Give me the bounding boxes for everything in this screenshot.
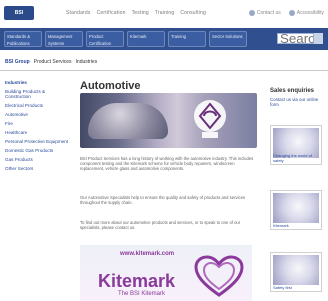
nav-item[interactable]: Product Certification [86, 31, 124, 47]
sales-enquiries-heading: Sales enquiries [270, 88, 315, 94]
body-paragraph: Our Automotive Specialists help to ensur… [80, 195, 258, 205]
paragraph-text: Our Automotive Specialists help to ensur… [80, 195, 246, 205]
nav-item[interactable]: Standards & Publications [4, 31, 42, 47]
car-image [88, 103, 168, 139]
promo-card[interactable]: Safety first [270, 252, 322, 292]
breadcrumb-link[interactable]: Product Services [34, 59, 72, 65]
card-image [273, 193, 319, 223]
promo-card[interactable]: Changing the world of safety [270, 125, 322, 165]
top-link[interactable]: Training [155, 10, 174, 16]
sidebar-item[interactable]: Electrical Products [5, 103, 69, 108]
sidebar-item[interactable]: Domestic Gas Products [5, 148, 69, 153]
promo-url: www.kitemark.com [120, 251, 175, 257]
paragraph-text: BSI Product Services has a long history … [80, 156, 254, 171]
breadcrumb-link[interactable]: Industries [76, 59, 98, 65]
card-caption: Safety first [273, 285, 292, 290]
promo-headline: Kitemark [98, 271, 176, 291]
page-title: Automotive [80, 80, 141, 92]
sidebar-item[interactable]: Healthcare [5, 130, 69, 135]
utility-link[interactable]: Accessibility [288, 10, 324, 16]
sidebar-item[interactable]: Personal Protective Equipment [5, 139, 69, 144]
utility-link[interactable]: Contact us [248, 10, 281, 16]
bsi-logo[interactable]: BSI [4, 6, 34, 20]
nav-item[interactable]: Training [168, 31, 206, 47]
main-nav: Standards & Publications Management Syst… [0, 28, 328, 50]
sidebar-item[interactable]: Fire [5, 121, 69, 126]
sales-enquiries-link[interactable]: Contact us via our online form [270, 97, 326, 107]
top-link[interactable]: Certification [97, 10, 126, 16]
contact-icon [248, 10, 255, 16]
top-links: Standards Certification Testing Training… [66, 10, 206, 16]
search-button[interactable] [313, 33, 323, 44]
promo-card[interactable]: Kitemark [270, 190, 322, 230]
kitemark-promo[interactable]: www.kitemark.com Kitemark The BSI Kitema… [80, 245, 252, 301]
top-link[interactable]: Testing [132, 10, 149, 16]
nav-item-label: Sector Solutions [212, 34, 243, 39]
card-caption: Changing the world of safety [273, 153, 312, 163]
left-sidebar: Industries Building Products & Construct… [5, 80, 69, 175]
promo-subtitle: The BSI Kitemark [118, 291, 166, 297]
breadcrumb: BSI Group Product Services Industries [5, 59, 97, 65]
accessibility-icon [288, 10, 295, 16]
top-bar: BSI Standards Certification Testing Trai… [0, 0, 328, 28]
right-sidebar: Sales enquiries Contact us via our onlin… [270, 88, 326, 107]
nav-item-label: Kitemark [130, 34, 147, 39]
paragraph-text: To find out more about our automotive pr… [80, 220, 241, 230]
nav-items: Standards & Publications Management Syst… [4, 31, 247, 47]
sidebar-item[interactable]: Gas Products [5, 157, 69, 162]
body-paragraph: To find out more about our automotive pr… [80, 220, 258, 230]
card-image [273, 255, 319, 285]
heart-icon [194, 255, 244, 297]
top-link[interactable]: Consulting [180, 10, 206, 16]
nav-item-label: Training [171, 34, 186, 39]
sidebar-item[interactable]: Other Sectors [5, 166, 69, 171]
divider [0, 70, 328, 71]
nav-item-label: Management Systems [48, 34, 73, 46]
sidebar-item[interactable]: Industries [5, 80, 69, 85]
kitemark-badge-icon [194, 100, 226, 138]
sidebar-item[interactable]: Automotive [5, 112, 69, 117]
nav-item[interactable]: Sector Solutions [209, 31, 247, 47]
sidebar-item[interactable]: Building Products & Construction [5, 89, 69, 99]
nav-item[interactable]: Kitemark [127, 31, 165, 47]
utility-links: Contact us Accessibility [248, 10, 324, 16]
nav-item-label: Standards & Publications [7, 34, 31, 46]
hero-image [80, 93, 257, 148]
main-content: Automotive [80, 80, 258, 92]
card-caption: Kitemark [273, 223, 289, 228]
nav-item[interactable]: Management Systems [45, 31, 83, 47]
top-link[interactable]: Standards [66, 10, 91, 16]
utility-link-label: Contact us [256, 10, 281, 16]
nav-item-label: Product Certification [89, 34, 112, 46]
breadcrumb-link[interactable]: BSI Group [5, 59, 30, 65]
intro-paragraph: BSI Product Services has a long history … [80, 156, 258, 171]
utility-link-label: Accessibility [296, 10, 324, 16]
